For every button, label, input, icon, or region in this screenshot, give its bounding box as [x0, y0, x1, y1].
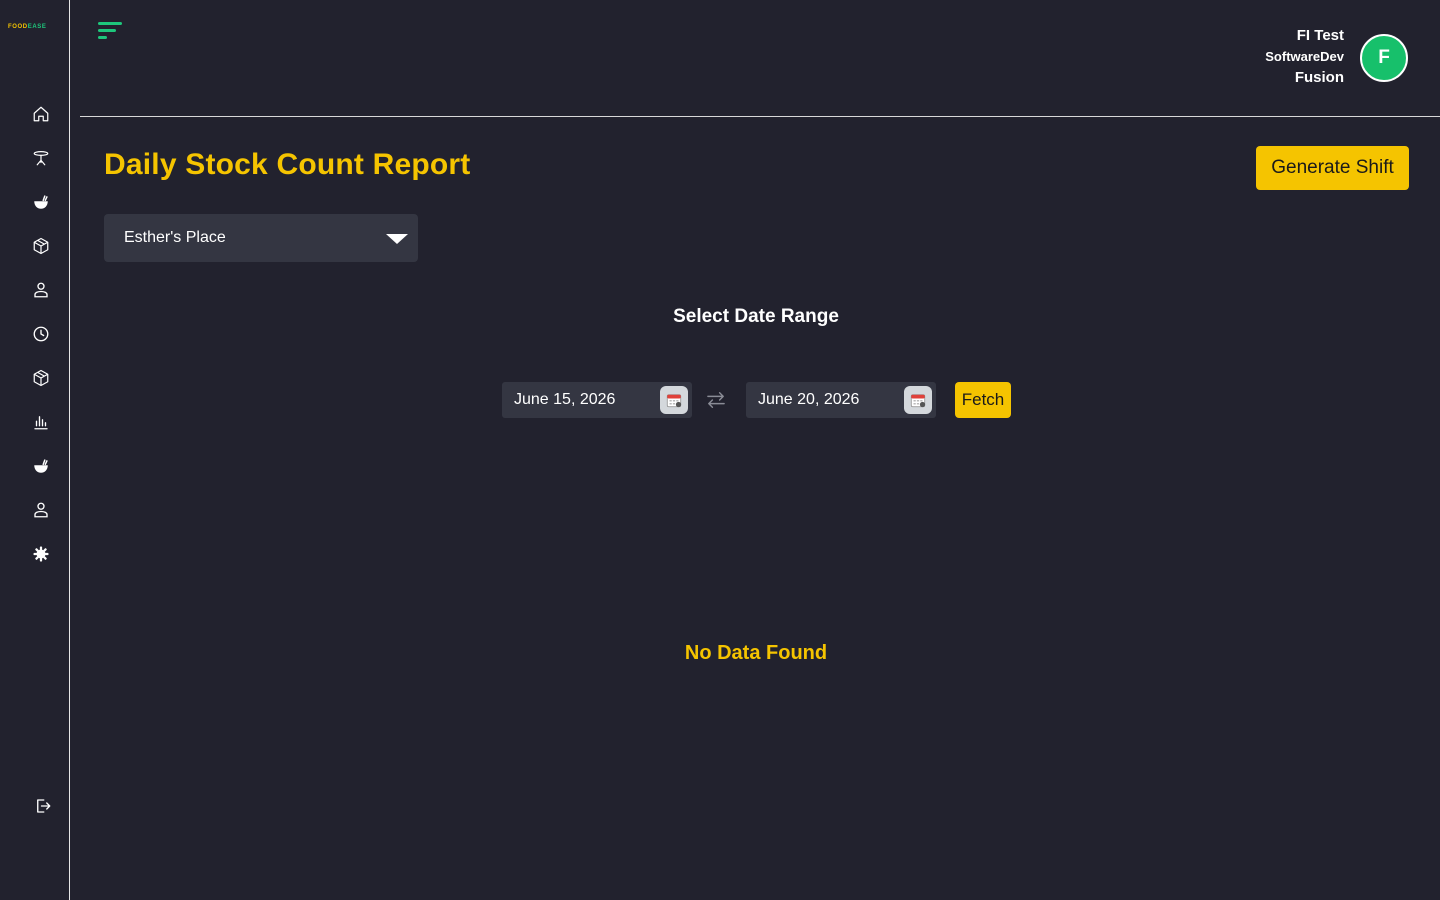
logout-icon [37, 799, 51, 813]
sidebar-item-reports[interactable] [30, 411, 52, 433]
sidebar-item-settings[interactable] [30, 543, 52, 565]
sidebar-item-home[interactable] [30, 103, 52, 125]
inventory-box-icon [33, 237, 49, 255]
staff-icon [34, 502, 48, 518]
user-role: SoftwareDev [1265, 49, 1344, 64]
generate-shift-button[interactable]: Generate Shift [1256, 146, 1409, 190]
chevron-down-icon [386, 234, 408, 244]
user-icon [34, 282, 48, 298]
start-date-field[interactable]: June 15, 2026 [502, 382, 692, 418]
bar-chart-icon [34, 416, 48, 430]
sidebar-item-customers[interactable] [30, 279, 52, 301]
package-icon [33, 369, 49, 387]
avatar[interactable]: F [1360, 34, 1408, 82]
user-org: Fusion [1294, 69, 1344, 86]
dining-table-icon [33, 151, 49, 166]
date-range-heading: Select Date Range [673, 306, 839, 327]
home-icon [33, 106, 49, 122]
user-name: FI Test [1296, 27, 1344, 44]
end-date-value: June 20, 2026 [758, 391, 860, 408]
sidebar-item-food[interactable] [30, 191, 52, 213]
menu-items-icon [34, 459, 48, 473]
sidebar-item-packages[interactable] [30, 367, 52, 389]
sidebar-item-staff[interactable] [30, 499, 52, 521]
brand-logo[interactable]: FOODEASE [8, 22, 60, 32]
page-title: Daily Stock Count Report [104, 148, 471, 181]
sidebar-item-tables[interactable] [30, 147, 52, 169]
menu-toggle-icon[interactable] [98, 20, 124, 42]
swap-arrows-icon [705, 390, 727, 410]
food-bowl-icon [34, 195, 48, 209]
sidebar-item-menu[interactable] [30, 455, 52, 477]
app-root: FOODEASE FI Test SoftwareDev Fusion F Da… [0, 0, 1440, 900]
header-divider [80, 116, 1440, 117]
user-info: FI Test SoftwareDev Fusion [1265, 26, 1344, 88]
calendar-icon[interactable] [904, 386, 932, 414]
fetch-button[interactable]: Fetch [955, 382, 1011, 418]
empty-state-message: No Data Found [684, 642, 828, 664]
calendar-icon[interactable] [660, 386, 688, 414]
sidebar: FOODEASE [0, 0, 70, 900]
start-date-value: June 15, 2026 [514, 391, 616, 408]
location-select[interactable]: Esther's Place [104, 214, 418, 262]
settings-gear-icon [33, 546, 49, 562]
sidebar-item-inventory[interactable] [30, 235, 52, 257]
logout-button[interactable] [32, 795, 54, 817]
end-date-field[interactable]: June 20, 2026 [746, 382, 936, 418]
location-select-value: Esther's Place [124, 229, 226, 246]
